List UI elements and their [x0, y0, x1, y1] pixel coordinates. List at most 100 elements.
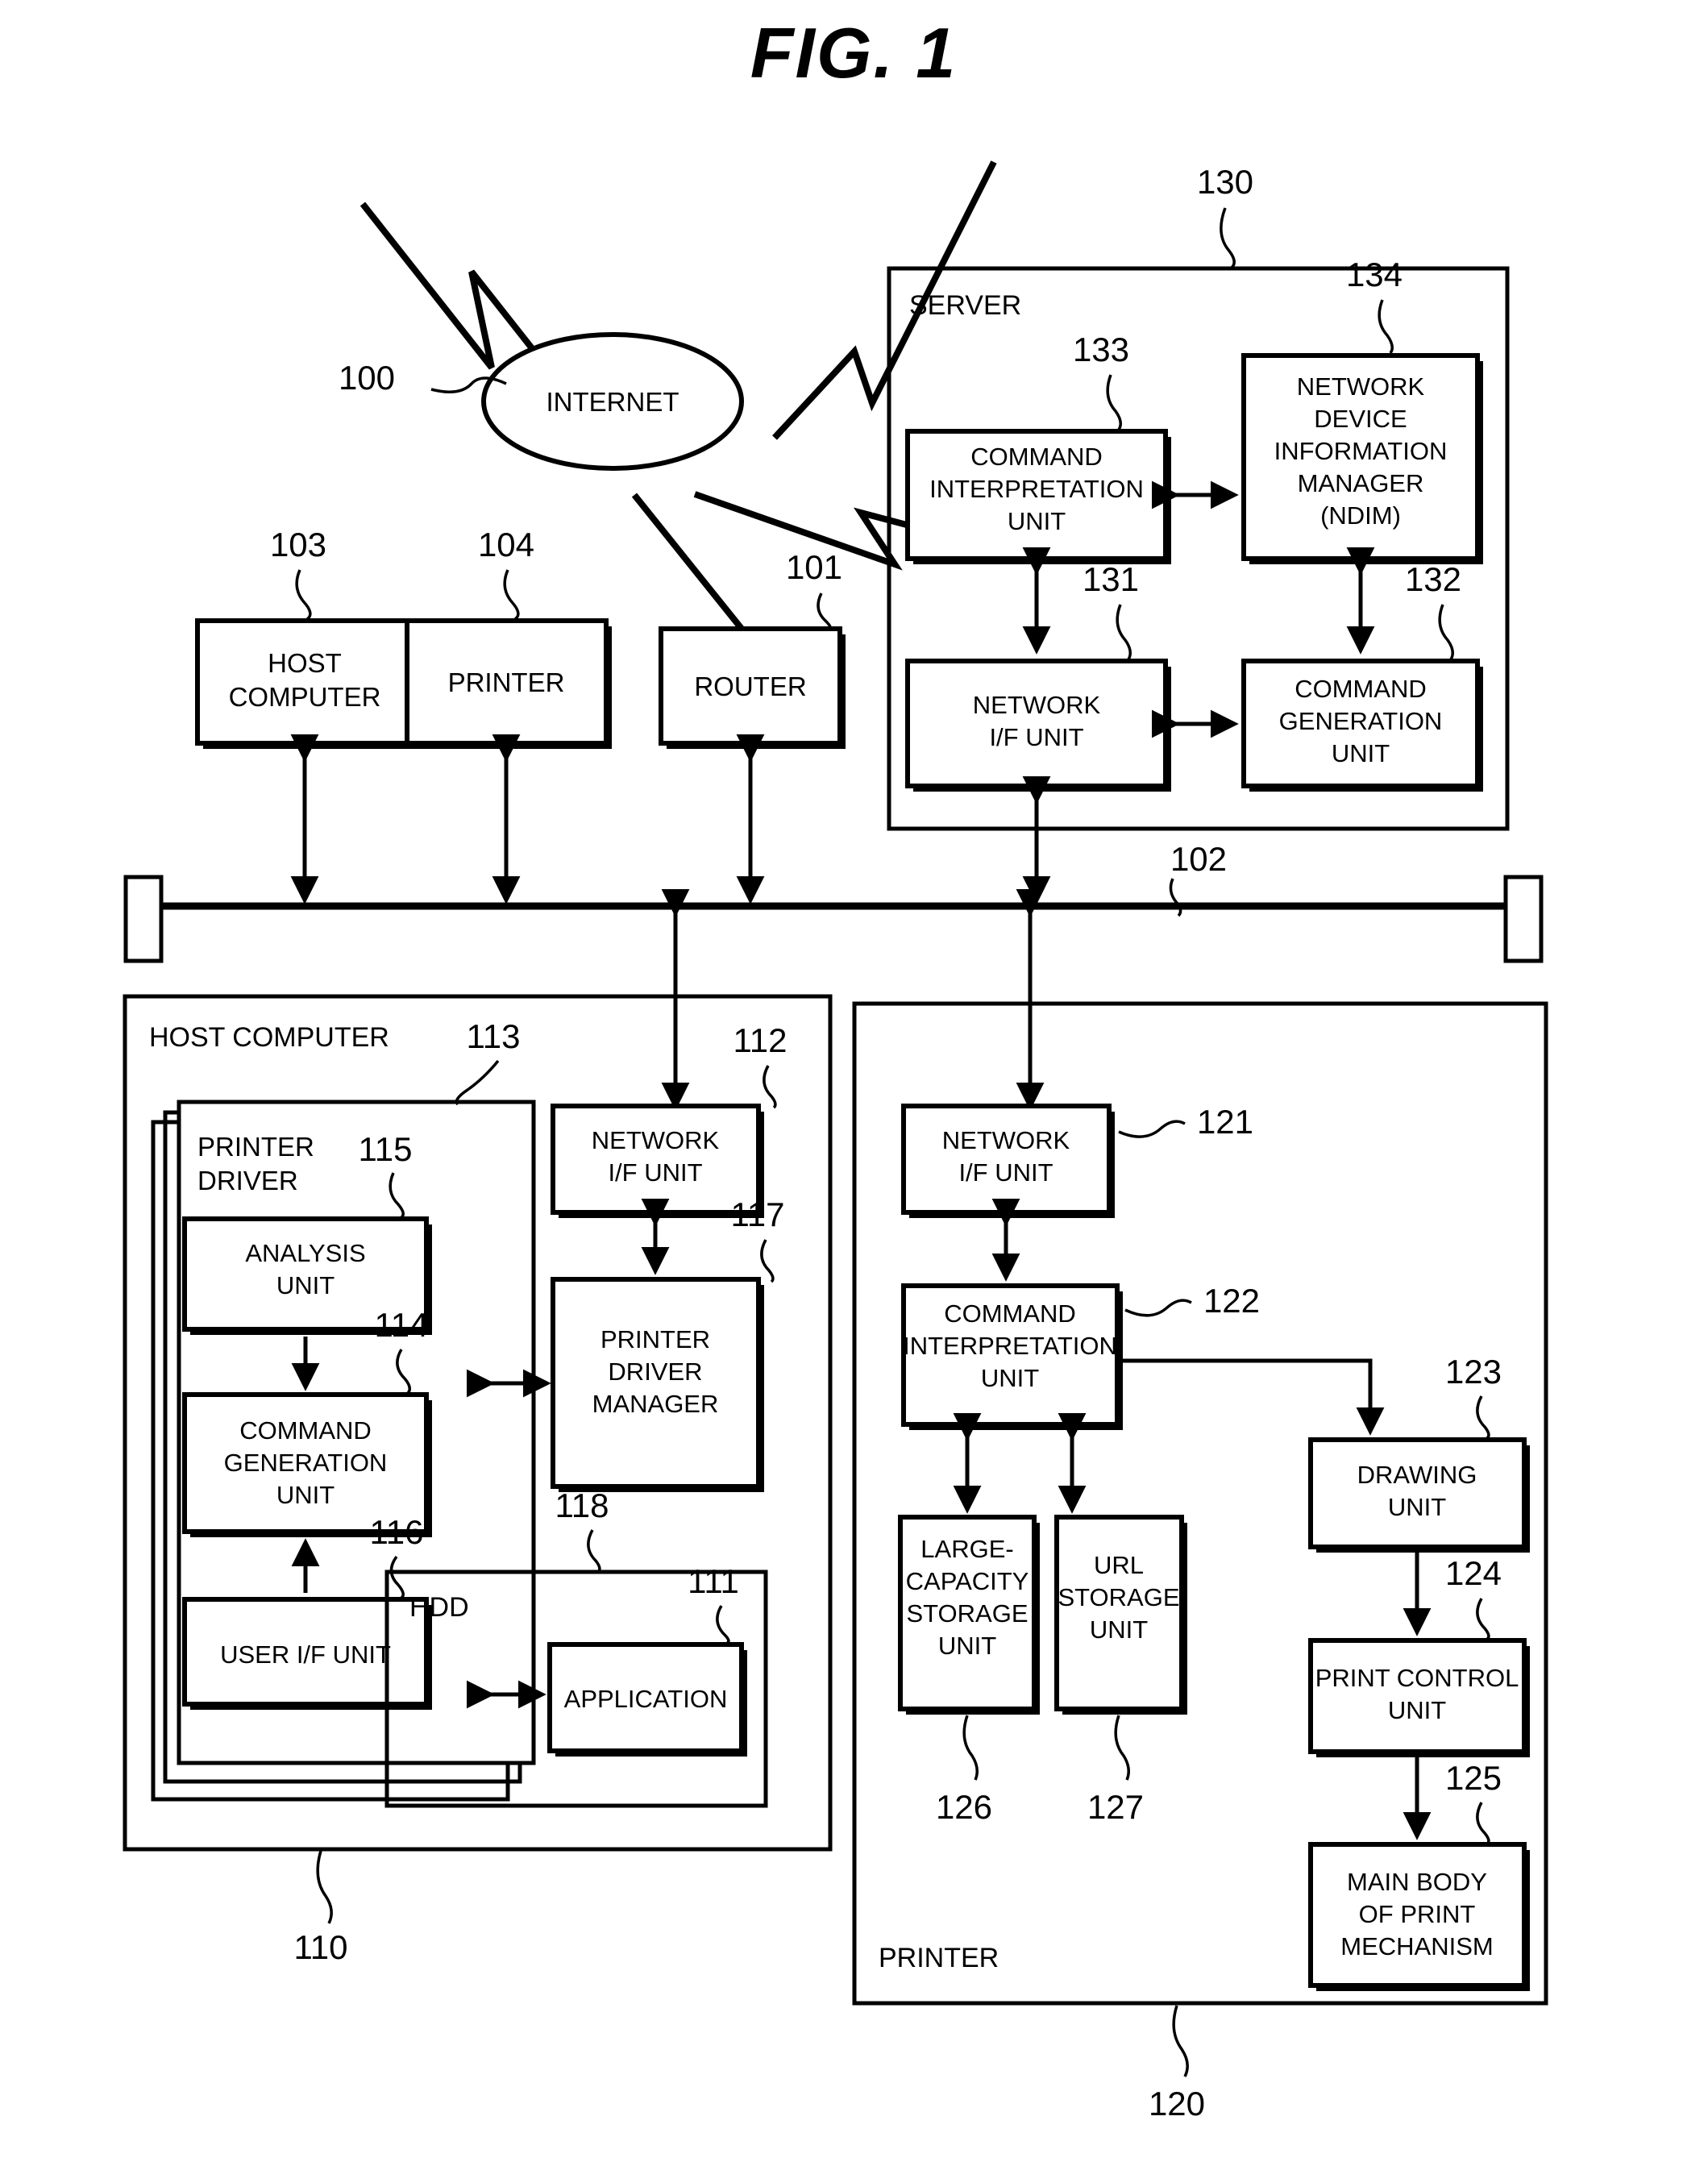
ref-122: 122 [1203, 1282, 1260, 1320]
server-ndim-line1: NETWORK [1297, 372, 1425, 401]
pdm-line3: MANAGER [592, 1390, 719, 1418]
ref-120: 120 [1149, 2085, 1205, 2123]
host-computer-detail-group: HOST COMPUTER 110 PRINTER DRIVER 113 ANA… [123, 994, 833, 1966]
ref-124: 124 [1445, 1554, 1502, 1592]
arrow-cmdinterp-to-drawing [1119, 1358, 1385, 1436]
ref-100: 100 [339, 359, 395, 397]
main-body-line2: OF PRINT [1359, 1900, 1476, 1928]
printer-driver-label-line1: PRINTER [197, 1132, 314, 1162]
printer-cmdinterp-line1: COMMAND [944, 1299, 1076, 1328]
printer-cmdinterp-line3: UNIT [981, 1364, 1039, 1392]
leader-118 [587, 1529, 601, 1574]
ref-127: 127 [1087, 1788, 1144, 1826]
server-cmdgen-line3: UNIT [1332, 739, 1390, 767]
ref-121: 121 [1197, 1103, 1253, 1141]
leader-117 [760, 1239, 775, 1283]
user-if-unit-label: USER I/F UNIT [220, 1640, 391, 1669]
leader-132 [1438, 604, 1454, 660]
leader-133 [1106, 374, 1122, 430]
leader-110 [316, 1850, 333, 1924]
ref-102: 102 [1170, 840, 1227, 878]
server-cmd-interp-line3: UNIT [1008, 507, 1066, 535]
lcsu-line1: LARGE- [920, 1535, 1013, 1563]
server-netif-line2: I/F UNIT [989, 723, 1083, 751]
ref-111: 111 [688, 1562, 739, 1600]
analysis-unit-line1: ANALYSIS [245, 1239, 365, 1267]
server-cmdgen-line2: GENERATION [1279, 707, 1443, 735]
host-netif-line1: NETWORK [592, 1126, 720, 1154]
application-label: APPLICATION [564, 1685, 728, 1713]
top-host-computer-label-line2: COMPUTER [229, 682, 381, 712]
leader-103 [295, 569, 312, 621]
analysis-unit-line2: UNIT [276, 1271, 335, 1299]
ref-101: 101 [786, 548, 842, 586]
host-cmdgen-line1: COMMAND [239, 1416, 372, 1445]
ref-115: 115 [359, 1130, 413, 1168]
printer-driver-label-line2: DRIVER [197, 1166, 298, 1195]
url-storage-line3: UNIT [1090, 1615, 1148, 1644]
server-cmdgen-line1: COMMAND [1295, 675, 1427, 703]
lcsu-line4: UNIT [938, 1632, 996, 1660]
host-cmdgen-line3: UNIT [276, 1481, 335, 1509]
url-storage-line2: STORAGE [1058, 1583, 1179, 1611]
url-storage-unit-box[interactable] [1054, 1515, 1184, 1711]
ref-110: 110 [294, 1928, 348, 1966]
leader-112 [763, 1065, 777, 1109]
top-router-label: ROUTER [694, 671, 806, 701]
host-computer-title: HOST COMPUTER [149, 1022, 389, 1053]
printer-netif-line1: NETWORK [942, 1126, 1070, 1154]
main-body-line1: MAIN BODY [1347, 1868, 1487, 1896]
server-cmd-interp-line1: COMMAND [970, 443, 1103, 471]
leader-126 [962, 1715, 979, 1781]
ref-118: 118 [555, 1486, 609, 1524]
leader-123 [1476, 1395, 1490, 1440]
top-device-row: HOST COMPUTER HOST COMPUTER 103 PRINTER … [195, 526, 846, 749]
printer-detail-group: PRINTER 120 NETWORK I/F UNIT 121 COMMAND… [852, 1001, 1548, 2123]
ref-125: 125 [1445, 1759, 1502, 1797]
bus-terminator-right [1503, 875, 1544, 963]
print-control-line1: PRINT CONTROL [1315, 1664, 1519, 1692]
server-ndim-line2: DEVICE [1314, 405, 1407, 433]
patent-figure-canvas: FIG. 1 INTERNET 100 HOST COMPUTER HOST C… [123, 13, 1548, 2123]
leader-125 [1476, 1802, 1490, 1845]
ref-116: 116 [370, 1513, 424, 1551]
printer-cmdinterp-line2: INTERPRETATION [903, 1332, 1117, 1360]
drawing-unit-line1: DRAWING [1357, 1461, 1477, 1489]
ref-131: 131 [1083, 560, 1139, 598]
main-body-line3: MECHANISM [1340, 1932, 1493, 1960]
network-bus-group: 102 [123, 734, 1544, 1111]
page-title: FIG. 1 [750, 13, 958, 93]
ref-132: 132 [1405, 560, 1461, 598]
leader-104 [503, 569, 520, 621]
ref-114: 114 [375, 1306, 429, 1344]
printer-netif-line2: I/F UNIT [958, 1158, 1053, 1187]
pdm-line1: PRINTER [601, 1325, 710, 1353]
internet-group: INTERNET 100 [339, 160, 1003, 676]
leader-113 [455, 1059, 500, 1106]
lcsu-line2: CAPACITY [906, 1567, 1029, 1595]
host-netif-line2: I/F UNIT [608, 1158, 702, 1187]
ref-112: 112 [733, 1021, 788, 1059]
hdd-label: HDD [409, 1592, 469, 1623]
drawing-unit-line2: UNIT [1388, 1493, 1446, 1521]
ref-133: 133 [1073, 331, 1129, 368]
leader-127 [1114, 1715, 1130, 1781]
ref-104: 104 [478, 526, 534, 563]
leader-121 [1118, 1120, 1186, 1138]
internet-label: INTERNET [546, 387, 679, 417]
server-ndim-line4: MANAGER [1298, 469, 1424, 497]
url-storage-line1: URL [1094, 1551, 1144, 1579]
ref-130: 130 [1197, 163, 1253, 201]
leader-120 [1172, 2005, 1189, 2077]
print-control-line2: UNIT [1388, 1696, 1446, 1724]
leader-134 [1378, 299, 1394, 355]
host-cmdgen-line2: GENERATION [224, 1449, 388, 1477]
server-ndim-line5: (NDIM) [1320, 501, 1401, 530]
leader-111 [716, 1605, 730, 1644]
ref-113: 113 [467, 1017, 521, 1055]
lcsu-line3: STORAGE [906, 1599, 1028, 1628]
ref-134: 134 [1346, 256, 1403, 293]
top-printer-label: PRINTER [448, 667, 565, 697]
server-title: SERVER [909, 290, 1021, 321]
leader-131 [1116, 604, 1132, 660]
